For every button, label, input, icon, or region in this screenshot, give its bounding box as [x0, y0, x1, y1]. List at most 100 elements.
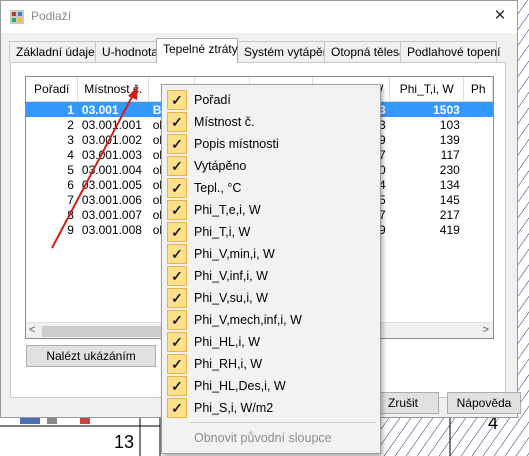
menu-item-label: Vytápěno	[194, 159, 247, 173]
menu-item-column[interactable]: ✓ Phi_HL,i, W	[165, 331, 377, 353]
checkmark-icon: ✓	[167, 376, 187, 396]
cell-order: 4	[67, 147, 74, 162]
menu-item-label: Tepl., °C	[194, 181, 242, 195]
menu-item-label: Phi_V,mech,inf,i, W	[194, 313, 302, 327]
menu-item-column[interactable]: ✓ Phi_RH,i, W	[165, 353, 377, 375]
cell-room: 03.001.003	[81, 147, 142, 162]
checkmark-icon: ✓	[167, 222, 187, 242]
cell-ph	[464, 177, 493, 192]
tab-zakladni-udaje[interactable]: Základní údaje	[9, 41, 96, 62]
col-header-mistnost[interactable]: Místnost č.	[77, 77, 150, 102]
scroll-right-icon[interactable]: >	[483, 324, 489, 336]
menu-item-column[interactable]: ✓ Phi_S,i, W/m2	[165, 397, 377, 419]
cell-ph	[463, 101, 493, 117]
menu-item-column[interactable]: ✓ Popis místnosti	[165, 133, 377, 155]
checkmark-icon: ✓	[167, 178, 187, 198]
checkmark-icon: ✓	[167, 332, 187, 352]
menu-item-label: Phi_HL,Des,i, W	[194, 379, 286, 393]
checkmark-icon: ✓	[167, 354, 187, 374]
tab-system-vytapeni[interactable]: Systém vytápění	[237, 41, 333, 62]
cell-ph	[464, 222, 493, 237]
cell-order: 9	[67, 222, 74, 237]
cell-order: 8	[67, 207, 74, 222]
cell-phi-ti: 139	[439, 132, 460, 147]
cell-room: 03.001.006	[81, 192, 142, 207]
cell-room: 03.001.008	[81, 222, 142, 237]
checkmark-icon: ✓	[167, 134, 187, 154]
cell-room: 03.001.004	[81, 162, 142, 177]
checkmark-icon: ✓	[167, 398, 187, 418]
cell-room: 03.001.002	[81, 132, 142, 147]
cell-ph	[464, 117, 493, 132]
cell-phi-ti: 103	[439, 117, 460, 132]
close-icon[interactable]: ✕	[489, 5, 511, 27]
cell-ph	[464, 192, 493, 207]
menu-item-column[interactable]: ✓ Phi_T,e,i, W	[165, 199, 377, 221]
tab-u-hodnota[interactable]: U-hodnota	[95, 41, 158, 62]
menu-item-column[interactable]: ✓ Pořadí	[165, 89, 377, 111]
checkmark-icon: ✓	[167, 244, 187, 264]
cell-ph	[464, 132, 493, 147]
menu-item-label: Phi_V,su,i, W	[194, 291, 268, 305]
checkmark-icon: ✓	[167, 288, 187, 308]
menu-item-column[interactable]: ✓ Vytápěno	[165, 155, 377, 177]
col-header-ph[interactable]: Ph	[463, 77, 493, 102]
checkmark-icon: ✓	[167, 200, 187, 220]
menu-item-column[interactable]: ✓ Místnost č.	[165, 111, 377, 133]
cell-phi-ti: 134	[439, 177, 460, 192]
cell-phi-ti: 117	[440, 147, 460, 162]
menu-item-label: Místnost č.	[194, 115, 255, 129]
menu-item-label: Phi_T,e,i, W	[194, 203, 261, 217]
cell-ph	[464, 162, 493, 177]
menu-item-label: Phi_V,inf,i, W	[194, 269, 268, 283]
tab-podlahove-topeni[interactable]: Podlahové topení	[400, 41, 500, 62]
menu-item-column[interactable]: ✓ Phi_V,su,i, W	[165, 287, 377, 309]
menu-separator	[190, 422, 376, 423]
checkmark-icon: ✓	[167, 112, 187, 132]
cell-room: 03.001.001	[81, 117, 142, 132]
menu-item-label: Phi_V,min,i, W	[194, 247, 275, 261]
checkmark-icon: ✓	[167, 156, 187, 176]
menu-item-column[interactable]: ✓ Phi_V,inf,i, W	[165, 265, 377, 287]
cell-room: 03.001.007	[81, 207, 142, 222]
scroll-left-icon[interactable]: <	[29, 324, 35, 336]
cell-phi-ti: 419	[439, 222, 460, 237]
cell-phi-ti: 217	[439, 207, 460, 222]
menu-item-label: Obnovit původní sloupce	[194, 431, 332, 445]
menu-item-label: Popis místnosti	[194, 137, 279, 151]
cell-phi-ti: 145	[439, 192, 460, 207]
cad-label-13: 13	[114, 432, 135, 452]
window-title: Podlaží	[31, 9, 72, 23]
cell-ph	[464, 207, 493, 222]
checkmark-icon: ✓	[167, 266, 187, 286]
cell-room: 03.001.005	[81, 177, 142, 192]
tab-tepelne-ztraty[interactable]: Tepelné ztráty	[156, 38, 238, 63]
menu-item-label: Phi_HL,i, W	[194, 335, 260, 349]
cell-order: 2	[67, 117, 74, 132]
cell-order: 3	[67, 132, 74, 147]
app-icon	[10, 10, 24, 24]
cell-phi-ti: 230	[439, 162, 460, 177]
cell-phi-ti: 1503	[389, 101, 464, 117]
col-header-phi-ti[interactable]: Phi_T,i, W	[389, 77, 465, 102]
menu-item-column[interactable]: ✓ Tepl., °C	[165, 177, 377, 199]
menu-item-reset-columns[interactable]: Obnovit původní sloupce	[165, 427, 377, 449]
help-button[interactable]: Nápověda	[447, 392, 521, 414]
menu-item-label: Phi_S,i, W/m2	[194, 401, 274, 415]
tab-otopna-telesa[interactable]: Otopná tělesa	[324, 41, 406, 62]
cell-ph	[464, 147, 493, 162]
cell-order: 5	[67, 162, 74, 177]
find-by-pointing-button[interactable]: Nalézt ukázáním	[26, 345, 156, 367]
menu-item-column[interactable]: ✓ Phi_HL,Des,i, W	[165, 375, 377, 397]
menu-item-column[interactable]: ✓ Phi_T,i, W	[165, 221, 377, 243]
scroll-thumb[interactable]	[42, 326, 167, 337]
column-chooser-menu: ✓ Pořadí ✓ Místnost č. ✓ Popis místnosti ✓ Vytá…	[161, 84, 381, 454]
menu-item-column[interactable]: ✓ Phi_V,min,i, W	[165, 243, 377, 265]
menu-item-label: Pořadí	[194, 93, 231, 107]
cell-order: 6	[67, 177, 74, 192]
cell-order: 7	[67, 192, 74, 207]
menu-item-label: Phi_RH,i, W	[194, 357, 263, 371]
menu-item-column[interactable]: ✓ Phi_V,mech,inf,i, W	[165, 309, 377, 331]
title-bar[interactable]: Podlaží ✕	[1, 1, 517, 33]
col-header-poradi[interactable]: Pořadí	[26, 77, 79, 102]
